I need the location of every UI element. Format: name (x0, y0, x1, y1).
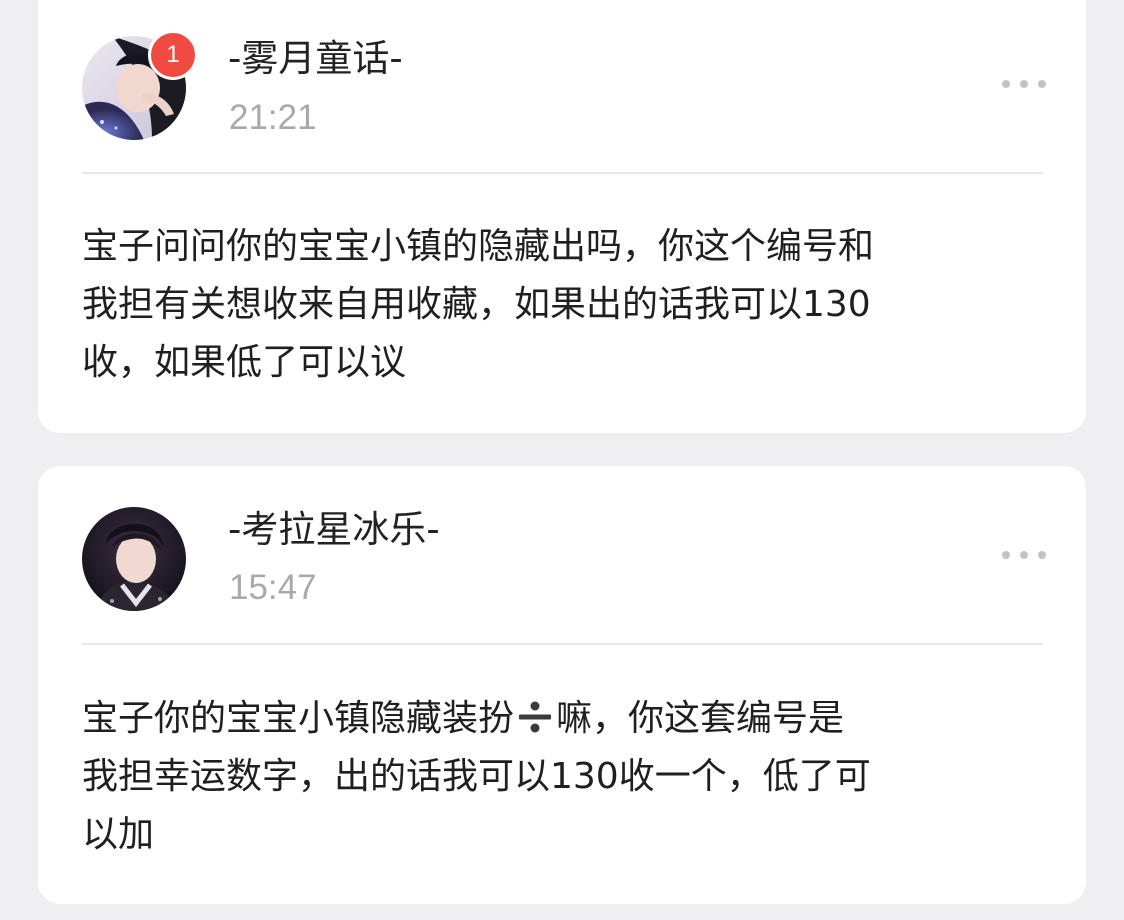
message-card[interactable]: -考拉星冰乐- 15:47 宝子你的宝宝小镇隐藏装扮 嘛，你这套编号是 我担幸运数… (38, 466, 1086, 904)
message-text: 宝子你的宝宝小镇隐藏装扮 嘛，你这套编号是 我担幸运数字，出的话我可以130收一个… (82, 690, 1057, 864)
timestamp: 15:47 (229, 568, 317, 607)
timestamp: 21:21 (229, 98, 317, 137)
more-horizontal-icon[interactable] (1002, 78, 1046, 90)
message-card[interactable]: 1 -雾月童话- 21:21 宝子问问你的宝宝小镇的隐藏出吗，你这个编号和 我担… (38, 0, 1086, 433)
unread-badge: 1 (148, 30, 198, 80)
message-text-part: 宝子你的宝宝小镇隐藏装扮 (82, 698, 515, 739)
username[interactable]: -雾月童话- (228, 40, 403, 77)
username[interactable]: -考拉星冰乐- (228, 511, 440, 548)
app-screen: { "posts": [ { "username": "-雾月童话-", "ti… (0, 0, 1124, 920)
divider (82, 172, 1043, 174)
message-text: 宝子问问你的宝宝小镇的隐藏出吗，你这个编号和 我担有关想收来自用收藏，如果出的话… (82, 226, 875, 383)
avatar[interactable] (82, 507, 186, 611)
divide-icon (516, 696, 555, 736)
divider (82, 643, 1043, 645)
more-horizontal-icon[interactable] (1002, 549, 1046, 561)
